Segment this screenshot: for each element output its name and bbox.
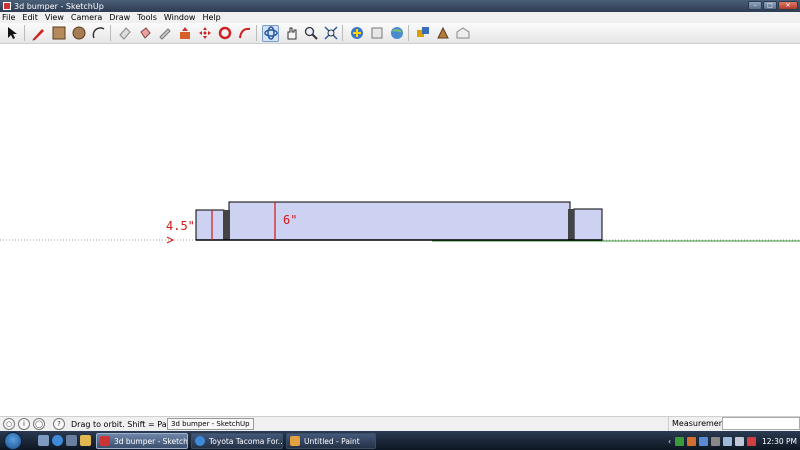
measurements-input[interactable] [722,417,800,430]
task-label: Untitled - Paint [304,436,360,446]
toolbar-separator [256,25,260,41]
user-icon[interactable]: ◯ [33,418,45,430]
warehouse-icon[interactable] [454,25,471,42]
tray-app-icon-1[interactable] [675,436,684,446]
windows-taskbar: 3d bumper - Sketch... Toyota Tacoma For.… [0,431,800,450]
toolbar-separator [110,25,114,41]
title-bar: 3d bumper - SketchUp – □ ✕ [0,0,800,12]
help-icon[interactable]: ? [53,418,65,430]
ie-task-icon [195,436,205,446]
follow-me-icon[interactable] [236,25,253,42]
pencil-icon[interactable] [30,25,47,42]
system-tray: ‹ 12:30 PM [668,433,800,449]
model-viewport[interactable]: 4.5" 6" [0,44,800,416]
switch-windows-icon[interactable] [66,435,77,446]
menu-window[interactable]: Window [164,13,196,22]
orbit-icon[interactable] [262,24,279,42]
menu-draw[interactable]: Draw [109,13,130,22]
eraser-icon[interactable] [116,25,133,42]
task-label: 3d bumper - Sketch... [114,436,188,446]
bumper-left-end[interactable] [195,209,225,241]
start-button[interactable] [4,432,22,450]
tray-chevron-icon[interactable]: ‹ [668,437,671,446]
task-label: Toyota Tacoma For... [209,436,283,446]
move-icon[interactable] [196,25,213,42]
sketchup-task-icon [100,436,110,446]
menu-camera[interactable]: Camera [71,13,102,22]
menu-tools[interactable]: Tools [137,13,157,22]
tape-measure-icon[interactable] [156,25,173,42]
toolbar-separator [408,25,412,41]
zoom-extents-icon[interactable] [322,25,339,42]
tray-app-icon-5[interactable] [747,436,756,446]
window-title: 3d bumper - SketchUp [14,1,104,11]
bumper-right-end[interactable] [573,208,603,241]
styles-icon[interactable] [434,25,451,42]
window-controls: – □ ✕ [748,1,798,10]
rotate-icon[interactable] [216,25,233,42]
menu-help[interactable]: Help [202,13,220,22]
taskbar-tooltip: 3d bumper - SketchUp [167,418,254,430]
zoom-icon[interactable] [302,25,319,42]
component-icon[interactable] [414,25,431,42]
rectangle-icon[interactable] [50,25,67,42]
paint-task-icon [290,436,300,446]
clock[interactable]: 12:30 PM [762,437,797,446]
bumper-main-face[interactable] [228,201,571,241]
minimize-button[interactable]: – [748,1,762,10]
volume-icon[interactable] [735,436,744,446]
credits-icon[interactable]: i [18,418,30,430]
sketchup-app-icon [3,2,11,10]
tray-app-icon-3[interactable] [699,436,708,446]
tray-app-icon-2[interactable] [687,436,696,446]
dimension-label-center: 6" [283,213,297,227]
folder-icon[interactable] [80,435,91,446]
paint-bucket-icon[interactable] [136,25,153,42]
measurements-label: Measurements [668,416,731,431]
toolbar-separator [24,25,28,41]
tray-app-icon-4[interactable] [711,436,720,446]
menu-view[interactable]: View [45,13,64,22]
task-sketchup[interactable]: 3d bumper - Sketch... [96,433,188,449]
toolbar-separator [342,25,346,41]
menu-file[interactable]: File [2,13,15,22]
task-toyota-forum[interactable]: Toyota Tacoma For... [191,433,283,449]
pan-icon[interactable] [282,25,299,42]
arc-icon[interactable] [90,25,107,42]
maximize-button[interactable]: □ [763,1,777,10]
dimension-label-left: 4.5" [166,219,195,233]
google-earth-icon[interactable] [388,25,405,42]
close-button[interactable]: ✕ [778,1,798,10]
share-model-icon[interactable] [368,25,385,42]
push-pull-icon[interactable] [176,25,193,42]
network-icon[interactable] [723,436,732,446]
circle-icon[interactable] [70,25,87,42]
inference-arrow-icon [166,236,175,244]
task-paint[interactable]: Untitled - Paint [286,433,376,449]
bumper-left-joint [223,210,230,240]
get-models-icon[interactable] [348,25,365,42]
select-icon[interactable] [4,25,21,42]
status-hint: Drag to orbit. Shift = Pan [71,419,172,429]
menu-edit[interactable]: Edit [22,13,38,22]
show-desktop-icon[interactable] [38,435,49,446]
sketchup-window: 3d bumper - SketchUp – □ ✕ File Edit Vie… [0,0,800,450]
internet-explorer-icon[interactable] [52,435,63,446]
main-toolbar [0,23,800,44]
bumper-right-joint [568,209,574,240]
menu-bar: File Edit View Camera Draw Tools Window … [0,12,800,23]
drawing-area[interactable]: 4.5" 6" [0,44,800,416]
geo-location-icon[interactable]: ○ [3,418,15,430]
